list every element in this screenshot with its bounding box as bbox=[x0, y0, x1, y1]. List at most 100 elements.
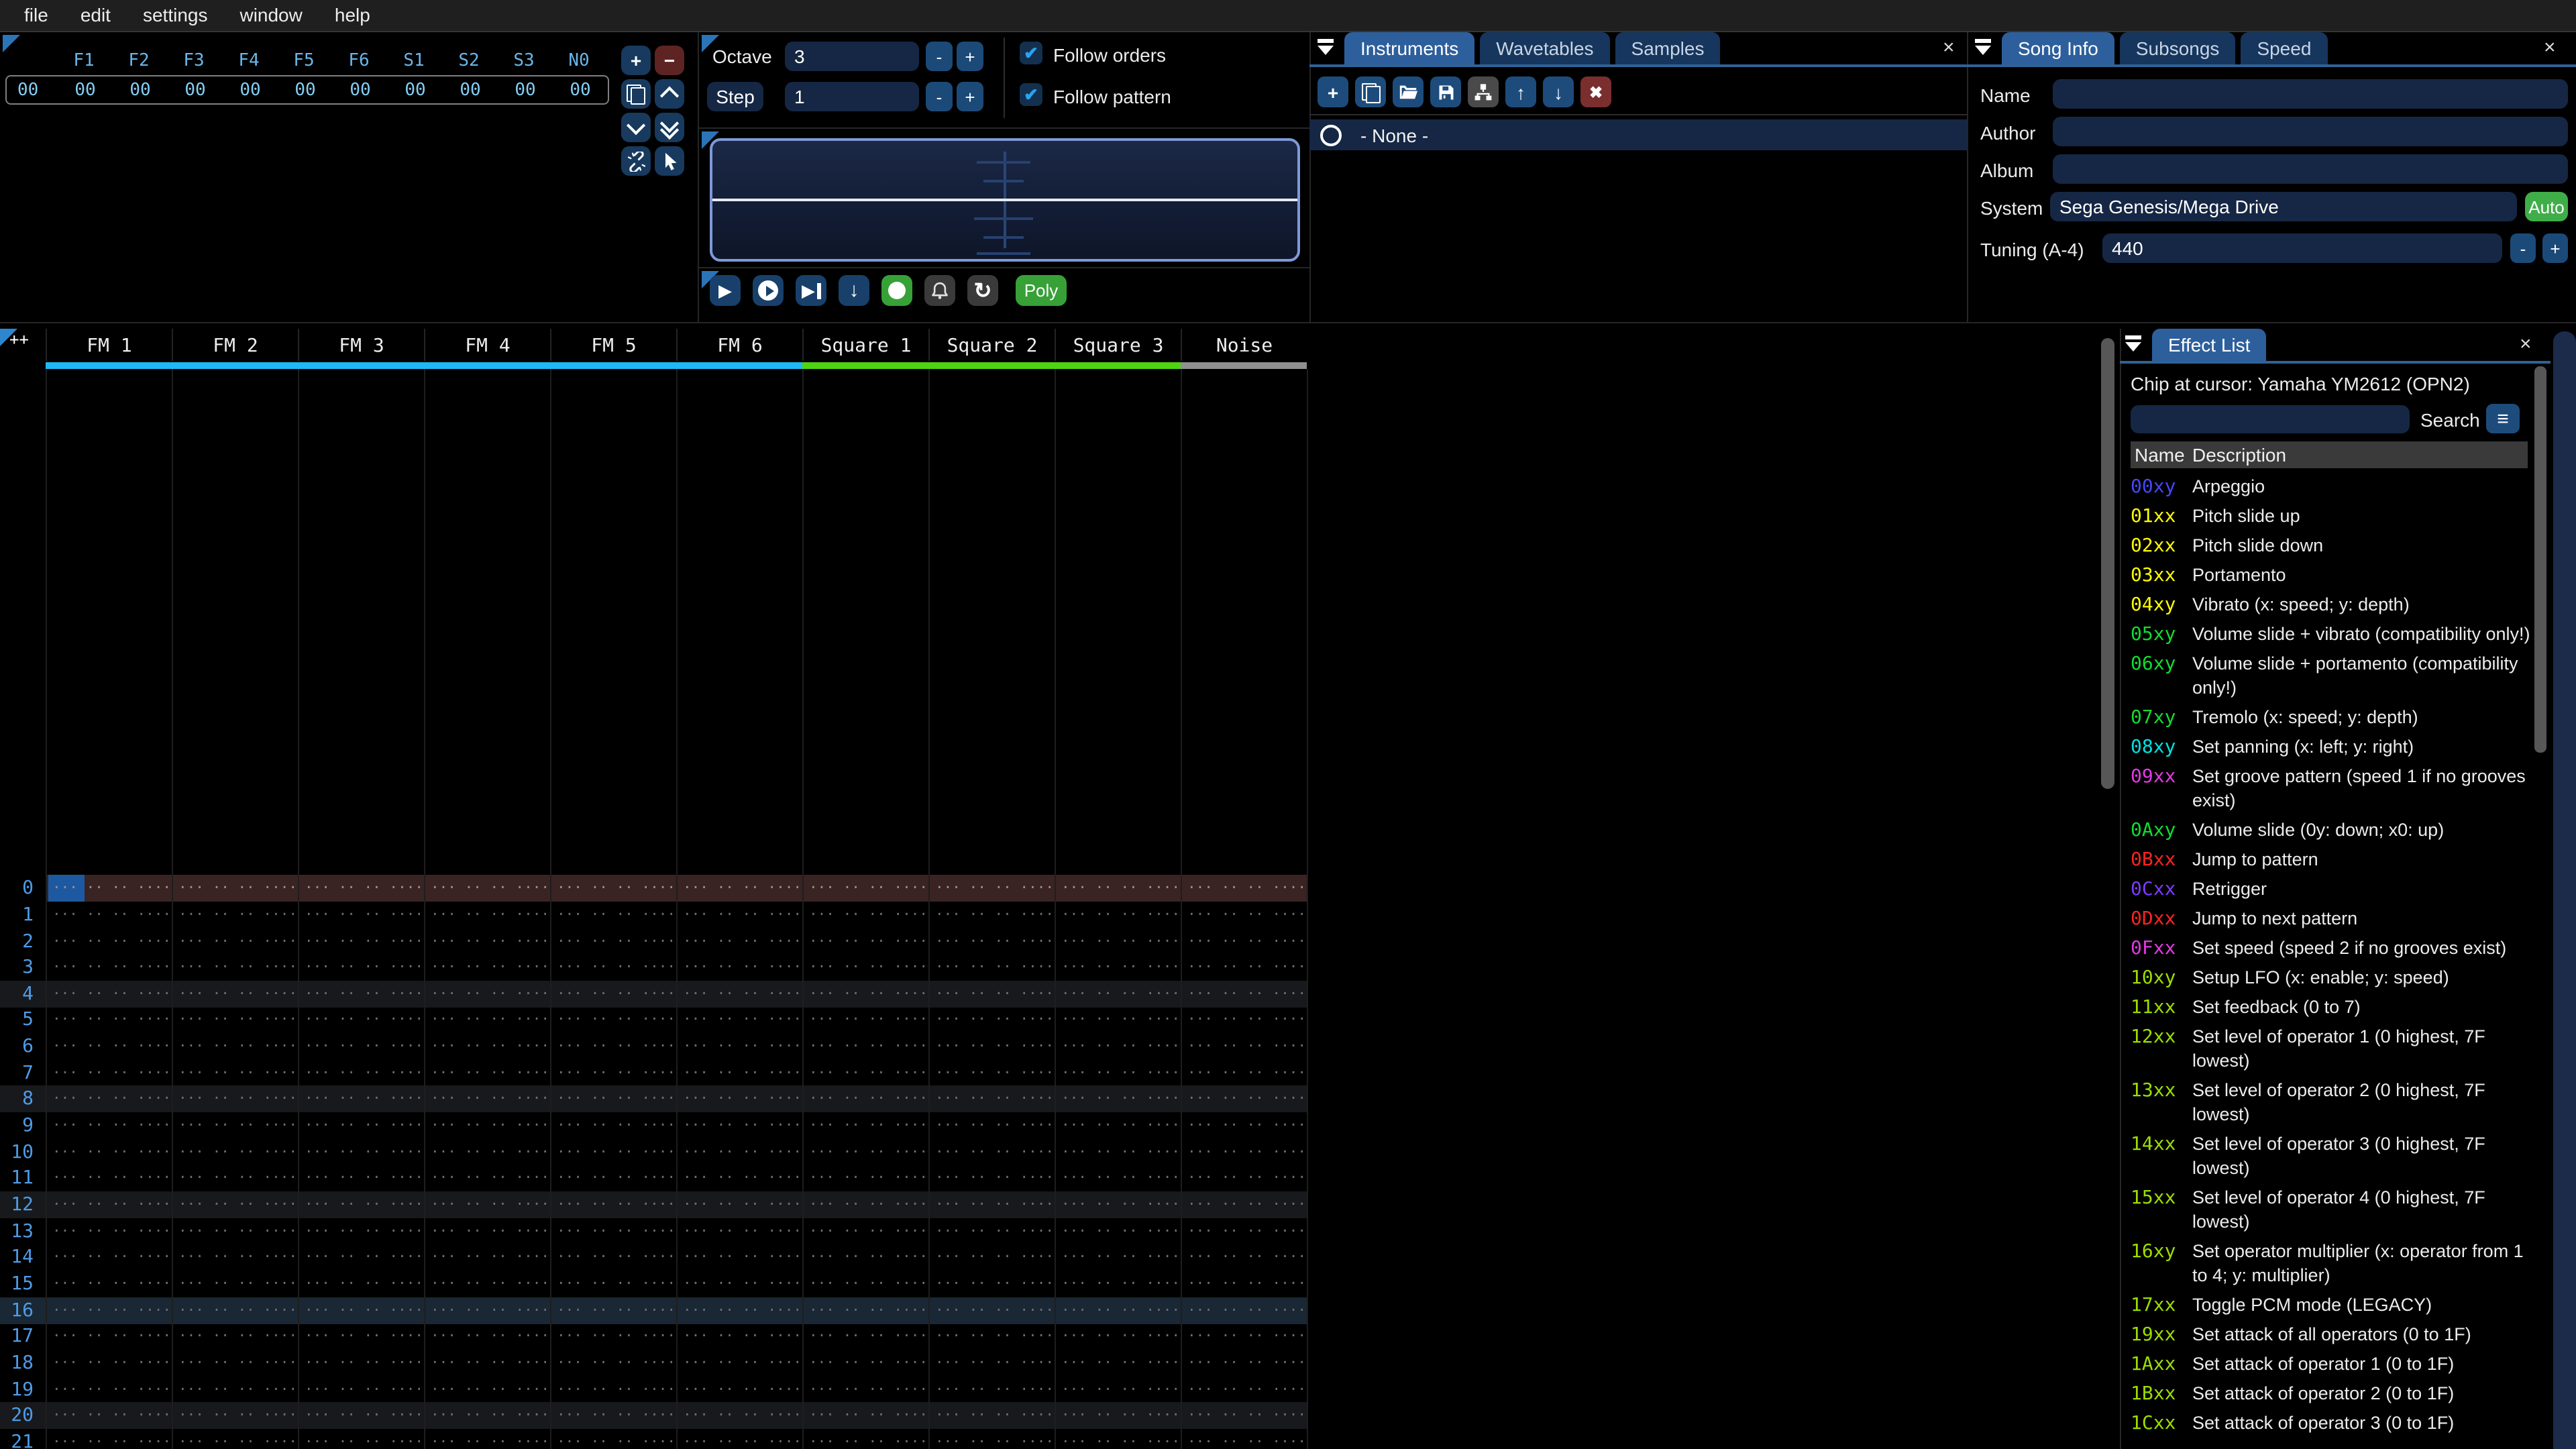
instrument-list-item-none[interactable]: - None - bbox=[1309, 119, 1967, 150]
pattern-cell[interactable]: ··· ·· ·· ···· bbox=[802, 1403, 928, 1430]
order-add-button[interactable]: + bbox=[621, 46, 651, 75]
pattern-cell[interactable]: ··· ·· ·· ···· bbox=[424, 981, 550, 1008]
pattern-cell[interactable]: ··· ·· ·· ···· bbox=[424, 1297, 550, 1324]
pattern-cell[interactable]: ··· ·· ·· ···· bbox=[1055, 1007, 1181, 1034]
pattern-cell[interactable]: ··· ·· ·· ···· bbox=[802, 1033, 928, 1060]
pattern-cell[interactable]: ··· ·· ·· ···· bbox=[550, 1350, 676, 1377]
pattern-row-0[interactable]: 0 ··· ·· ·· ···· ··· ·· ·· ···· ··· ·· ·· ·… bbox=[0, 875, 1308, 902]
pattern-cell[interactable]: ··· ·· ·· ···· bbox=[550, 1086, 676, 1113]
pattern-cell[interactable]: ··· ·· ·· ···· bbox=[928, 1165, 1055, 1192]
orders-selected-row[interactable]: 00 00 00 00 00 00 00 00 00 00 00 bbox=[5, 75, 609, 105]
pattern-cell[interactable]: ··· ·· ·· ···· bbox=[676, 1165, 802, 1192]
pattern-cell[interactable]: ··· ·· ·· ···· bbox=[46, 1324, 172, 1350]
channel-header-fm-3[interactable]: FM 3 bbox=[298, 329, 424, 361]
pattern-cell[interactable]: ··· ·· ·· ···· bbox=[802, 1429, 928, 1449]
pattern-cell[interactable]: ··· ·· ·· ···· bbox=[550, 954, 676, 981]
tab-samples[interactable]: Samples bbox=[1615, 32, 1721, 66]
step-mode-button[interactable]: Step bbox=[707, 82, 763, 111]
order-cell[interactable]: 00 bbox=[113, 80, 168, 100]
pattern-row-2[interactable]: 2 ··· ·· ·· ···· ··· ·· ·· ···· ··· ·· ·· ·… bbox=[0, 928, 1308, 955]
pattern-cell[interactable]: ··· ·· ·· ···· bbox=[928, 1060, 1055, 1087]
octave-input[interactable]: 3 bbox=[785, 42, 919, 71]
pattern-row-16[interactable]: 16 ··· ·· ·· ···· ··· ·· ·· ···· ··· ·· ·· … bbox=[0, 1297, 1308, 1324]
pattern-cell[interactable]: ··· ·· ·· ···· bbox=[298, 1271, 424, 1297]
pattern-cell[interactable]: ··· ·· ·· ···· bbox=[550, 1403, 676, 1430]
pattern-cell[interactable]: ··· ·· ·· ···· bbox=[550, 1165, 676, 1192]
author-field[interactable] bbox=[2053, 117, 2568, 146]
effect-row-17xx[interactable]: 17xx Toggle PCM mode (LEGACY) bbox=[2131, 1291, 2533, 1320]
pattern-cell[interactable]: ··· ·· ·· ···· bbox=[550, 1218, 676, 1245]
pattern-cell[interactable]: ··· ·· ·· ···· bbox=[1181, 1297, 1307, 1324]
pattern-cell[interactable]: ··· ·· ·· ···· bbox=[676, 1033, 802, 1060]
pattern-cell[interactable]: ··· ·· ·· ···· bbox=[550, 1376, 676, 1403]
pattern-cell[interactable]: ··· ·· ·· ···· bbox=[172, 902, 298, 928]
pattern-cell[interactable]: ··· ·· ·· ···· bbox=[802, 1271, 928, 1297]
pattern-row-3[interactable]: 3 ··· ·· ·· ···· ··· ·· ·· ···· ··· ·· ·· ·… bbox=[0, 954, 1308, 981]
pattern-cell[interactable]: ··· ·· ·· ···· bbox=[46, 1271, 172, 1297]
play-button[interactable]: ▶ bbox=[710, 275, 741, 306]
pattern-cell[interactable]: ··· ·· ·· ···· bbox=[424, 1060, 550, 1087]
repeat-pattern-button[interactable]: ↻ bbox=[967, 275, 998, 306]
pattern-cell[interactable]: ··· ·· ·· ···· bbox=[172, 1139, 298, 1166]
pattern-cell[interactable]: ··· ·· ·· ···· bbox=[46, 1350, 172, 1377]
pattern-cell[interactable]: ··· ·· ·· ···· bbox=[928, 1139, 1055, 1166]
pattern-cell[interactable]: ··· ·· ·· ···· bbox=[172, 1324, 298, 1350]
menu-item-edit[interactable]: edit bbox=[64, 0, 127, 31]
pattern-cell[interactable]: ··· ·· ·· ···· bbox=[1181, 1086, 1307, 1113]
pattern-cell[interactable]: ··· ·· ·· ···· bbox=[1181, 1060, 1307, 1087]
pattern-row-14[interactable]: 14 ··· ·· ·· ···· ··· ·· ·· ···· ··· ·· ·· … bbox=[0, 1244, 1308, 1271]
pattern-cell[interactable]: ··· ·· ·· ···· bbox=[550, 1324, 676, 1350]
pattern-cell[interactable]: ··· ·· ·· ···· bbox=[172, 1218, 298, 1245]
pattern-row-12[interactable]: 12 ··· ·· ·· ···· ··· ·· ·· ···· ··· ·· ·· … bbox=[0, 1191, 1308, 1219]
pattern-cell[interactable]: ··· ·· ·· ···· bbox=[802, 1376, 928, 1403]
pattern-cell[interactable]: ··· ·· ·· ···· bbox=[1181, 1324, 1307, 1350]
pattern-cell[interactable]: ··· ·· ·· ···· bbox=[1181, 1376, 1307, 1403]
order-remove-button[interactable]: − bbox=[655, 46, 684, 75]
pattern-cell[interactable]: ··· ·· ·· ···· bbox=[1055, 1429, 1181, 1449]
pattern-cell[interactable]: ··· ·· ·· ···· bbox=[550, 1139, 676, 1166]
pattern-cell[interactable]: ··· ·· ·· ···· bbox=[298, 1060, 424, 1087]
octave-decrease-button[interactable]: - bbox=[926, 42, 953, 71]
pattern-cell[interactable]: ··· ·· ·· ···· bbox=[172, 1429, 298, 1449]
pattern-cell[interactable]: ··· ·· ·· ···· bbox=[172, 1086, 298, 1113]
pattern-cell[interactable]: ··· ·· ·· ···· bbox=[172, 1033, 298, 1060]
effect-row-19xx[interactable]: 19xx Set attack of all operators (0 to 1F… bbox=[2131, 1320, 2533, 1350]
effect-row-03xx[interactable]: 03xx Portamento bbox=[2131, 561, 2533, 590]
pattern-row-1[interactable]: 1 ··· ·· ·· ···· ··· ·· ·· ···· ··· ·· ·· ·… bbox=[0, 902, 1308, 928]
effect-search-input[interactable] bbox=[2131, 405, 2410, 433]
pattern-cell[interactable]: ··· ·· ·· ···· bbox=[424, 1112, 550, 1139]
pattern-cell[interactable]: ··· ·· ·· ···· bbox=[46, 1165, 172, 1192]
play-from-cursor-button[interactable]: ▶ bbox=[796, 275, 826, 306]
pattern-cell[interactable]: ··· ·· ·· ···· bbox=[928, 1350, 1055, 1377]
pattern-cell[interactable]: ··· ·· ·· ···· bbox=[928, 1033, 1055, 1060]
pattern-cell[interactable]: ··· ·· ·· ···· bbox=[1181, 1007, 1307, 1034]
pattern-cell[interactable]: ··· ·· ·· ···· bbox=[1055, 1350, 1181, 1377]
channel-header-fm-5[interactable]: FM 5 bbox=[550, 329, 676, 361]
pattern-cell[interactable]: ··· ·· ·· ···· bbox=[424, 1429, 550, 1449]
order-cell[interactable]: 00 bbox=[333, 80, 388, 100]
pattern-cell[interactable]: ··· ·· ·· ···· bbox=[1181, 1139, 1307, 1166]
pattern-cell[interactable]: ··· ·· ·· ···· bbox=[928, 1218, 1055, 1245]
pattern-cell[interactable]: ··· ·· ·· ···· bbox=[802, 902, 928, 928]
order-duplicate-button[interactable] bbox=[621, 79, 651, 109]
pattern-cell[interactable]: ··· ·· ·· ···· bbox=[928, 1297, 1055, 1324]
album-field[interactable] bbox=[2053, 154, 2568, 184]
pattern-cell[interactable]: ··· ·· ·· ···· bbox=[424, 1350, 550, 1377]
instrument-move-down-button[interactable]: ↓ bbox=[1543, 76, 1574, 107]
tab-song-info[interactable]: Song Info bbox=[2002, 32, 2114, 66]
pattern-cell[interactable]: ··· ·· ·· ···· bbox=[550, 1271, 676, 1297]
edit-record-toggle-button[interactable] bbox=[881, 275, 912, 306]
pattern-cell[interactable]: ··· ·· ·· ···· bbox=[172, 1112, 298, 1139]
effect-row-11xx[interactable]: 11xx Set feedback (0 to 7) bbox=[2131, 993, 2533, 1022]
step-decrease-button[interactable]: - bbox=[926, 82, 953, 111]
pattern-cell[interactable]: ··· ·· ·· ···· bbox=[424, 902, 550, 928]
tab-effect-list[interactable]: Effect List bbox=[2152, 329, 2267, 362]
instrument-toggle-folders-button[interactable] bbox=[1468, 76, 1499, 107]
pattern-cell[interactable]: ··· ·· ·· ···· bbox=[172, 1007, 298, 1034]
pattern-cell[interactable]: ··· ·· ·· ···· bbox=[46, 1060, 172, 1087]
pattern-cell[interactable]: ··· ·· ·· ···· bbox=[172, 1297, 298, 1324]
order-move-down-button[interactable] bbox=[621, 113, 651, 142]
order-deep-clone-button[interactable] bbox=[621, 146, 651, 176]
effect-row-0Cxx[interactable]: 0Cxx Retrigger bbox=[2131, 875, 2533, 904]
pattern-cell[interactable]: ··· ·· ·· ···· bbox=[550, 981, 676, 1008]
